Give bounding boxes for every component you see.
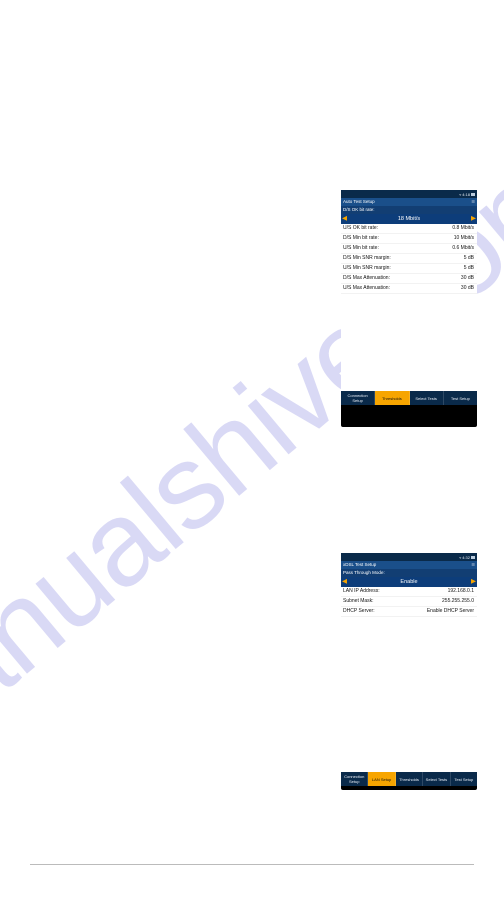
wifi-icon: ▿	[459, 192, 461, 197]
param-key: U/S OK bit rate:	[343, 225, 378, 232]
param-key: D/S Min SNR margin:	[343, 255, 391, 262]
param-row[interactable]: D/S Min bit rate: 10 Mbit/s	[341, 234, 477, 244]
tab-select-tests[interactable]: Select Tests	[410, 391, 444, 405]
param-val: 0.8 Mbit/s	[452, 225, 474, 232]
arrow-right-icon[interactable]: ▶	[471, 216, 476, 223]
param-key: U/S Min bit rate:	[343, 245, 379, 252]
arrow-left-icon[interactable]: ◀	[342, 579, 347, 586]
selected-value: 18 Mbit/s	[398, 216, 420, 222]
param-val: Enable DHCP Server	[427, 608, 474, 615]
parameters-list: LAN IP Address: 192.168.0.1 Subnet Mask: 2…	[341, 587, 477, 772]
param-row[interactable]: Subnet Mask: 255.255.255.0	[341, 597, 477, 607]
status-right: ▿ 4:18	[459, 192, 475, 197]
status-right: ▿ 4:32	[459, 555, 475, 560]
menu-icon: ☰	[471, 198, 475, 206]
value-selector[interactable]: ◀ Enable ▶	[341, 577, 477, 587]
screen-title: xDSL Test Setup	[343, 561, 376, 569]
battery-icon	[471, 556, 475, 559]
param-row[interactable]: LAN IP Address: 192.168.0.1	[341, 587, 477, 597]
parameter-header: D/S OK bit rate:	[341, 206, 477, 214]
param-row[interactable]: U/S Min SNR margin: 5 dB	[341, 264, 477, 274]
battery-icon	[471, 193, 475, 196]
arrow-right-icon[interactable]: ▶	[471, 579, 476, 586]
param-key: U/S Max Attenuation:	[343, 285, 390, 292]
tab-connection-setup[interactable]: Connection Setup	[341, 391, 375, 405]
clock: 4:32	[462, 555, 470, 560]
tab-lan-setup[interactable]: LAN Setup	[368, 772, 395, 786]
param-key: D/S Min bit rate:	[343, 235, 379, 242]
param-val: 5 dB	[464, 265, 474, 272]
param-key: D/S Max Attenuation:	[343, 275, 390, 282]
param-row[interactable]: D/S Max Attenuation: 30 dB	[341, 274, 477, 284]
param-row[interactable]: DHCP Server: Enable DHCP Server	[341, 607, 477, 617]
param-row[interactable]: D/S Min SNR margin: 5 dB	[341, 254, 477, 264]
arrow-left-icon[interactable]: ◀	[342, 216, 347, 223]
param-val: 0.6 Mbit/s	[452, 245, 474, 252]
screen-title-bar: xDSL Test Setup ☰	[341, 561, 477, 569]
param-row[interactable]: U/S Max Attenuation: 30 dB	[341, 284, 477, 294]
param-val: 192.168.0.1	[448, 588, 474, 595]
screen-title-bar: Auto Test Setup ☰	[341, 198, 477, 206]
param-key: DHCP Server:	[343, 608, 375, 615]
tab-bar: Connection Setup LAN Setup Thresholds Se…	[341, 772, 477, 786]
parameters-list: U/S OK bit rate: 0.8 Mbit/s D/S Min bit r…	[341, 224, 477, 391]
footer-rule	[30, 864, 474, 865]
param-key: Subnet Mask:	[343, 598, 374, 605]
tab-thresholds[interactable]: Thresholds	[396, 772, 423, 786]
tab-bar: Connection Setup Thresholds Select Tests…	[341, 391, 477, 405]
selected-value: Enable	[400, 579, 417, 585]
tab-select-tests[interactable]: Select Tests	[423, 772, 450, 786]
tab-thresholds[interactable]: Thresholds	[375, 391, 409, 405]
tab-connection-setup[interactable]: Connection Setup	[341, 772, 368, 786]
parameter-name: D/S OK bit rate:	[343, 206, 375, 214]
clock: 4:18	[462, 192, 470, 197]
param-val: 5 dB	[464, 255, 474, 262]
parameter-name: Pass Through Mode:	[343, 569, 385, 577]
screenshot-thresholds: ▿ 4:18 Auto Test Setup ☰ D/S OK bit rate…	[341, 190, 477, 427]
menu-icon: ☰	[471, 561, 475, 569]
wifi-icon: ▿	[459, 555, 461, 560]
tab-test-setup[interactable]: Test Setup	[444, 391, 477, 405]
param-val: 30 dB	[461, 275, 474, 282]
param-row[interactable]: U/S OK bit rate: 0.8 Mbit/s	[341, 224, 477, 234]
parameter-header: Pass Through Mode:	[341, 569, 477, 577]
screenshot-lan-setup: ▿ 4:32 xDSL Test Setup ☰ Pass Through Mo…	[341, 553, 477, 790]
param-val: 10 Mbit/s	[454, 235, 474, 242]
status-bar: ▿ 4:18	[341, 190, 477, 198]
param-val: 30 dB	[461, 285, 474, 292]
param-row[interactable]: U/S Min bit rate: 0.6 Mbit/s	[341, 244, 477, 254]
param-key: U/S Min SNR margin:	[343, 265, 391, 272]
param-val: 255.255.255.0	[442, 598, 474, 605]
param-key: LAN IP Address:	[343, 588, 380, 595]
value-selector[interactable]: ◀ 18 Mbit/s ▶	[341, 214, 477, 224]
tab-test-setup[interactable]: Test Setup	[451, 772, 477, 786]
screen-title: Auto Test Setup	[343, 198, 375, 206]
status-bar: ▿ 4:32	[341, 553, 477, 561]
